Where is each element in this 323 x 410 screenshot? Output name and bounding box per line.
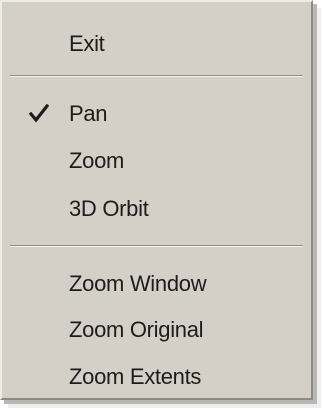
menu-item-label: 3D Orbit [69, 196, 149, 221]
menu-item-3d-orbit[interactable]: 3D Orbit [2, 187, 311, 231]
menu-item-label: Pan [69, 101, 108, 126]
menu-item-pan[interactable]: Pan [2, 92, 311, 136]
menu-item-zoom-original[interactable]: Zoom Original [2, 308, 311, 352]
menu-item-label: Exit [69, 31, 105, 56]
menu-item-zoom[interactable]: Zoom [2, 139, 311, 183]
menu-item-zoom-window[interactable]: Zoom Window [2, 262, 311, 306]
menu-separator [10, 75, 303, 77]
context-menu: Exit Pan Zoom 3D Orbit Zoom Window Zoom … [0, 0, 313, 400]
menu-separator [10, 245, 303, 247]
menu-item-label: Zoom Original [69, 317, 204, 342]
menu-item-zoom-extents[interactable]: Zoom Extents [2, 355, 311, 399]
menu-item-label: Zoom Window [69, 271, 207, 296]
menu-item-label: Zoom [69, 148, 125, 173]
menu-item-exit[interactable]: Exit [2, 22, 311, 66]
menu-item-label: Zoom Extents [69, 364, 202, 389]
checkmark-icon [26, 92, 52, 136]
